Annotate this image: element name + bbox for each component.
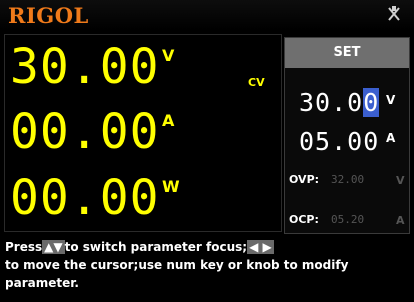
ocp-value[interactable]: 05.20 — [331, 213, 364, 226]
help-line2: to move the cursor;use num key or knob t… — [5, 258, 349, 290]
ovp-value[interactable]: 32.00 — [331, 173, 364, 186]
set-panel: SET 30.00 V 05.00 A OVP: 32.00 V OCP: 05… — [284, 37, 410, 234]
left-right-key-icon: ◀ ▶ — [247, 240, 274, 254]
psu-display: RIGOL 30.00 V CV 00.00 A 00.00 W SET 30.… — [0, 0, 414, 302]
set-title: SET — [285, 38, 409, 68]
voltage-readout: 30.00 — [10, 39, 160, 95]
current-unit: A — [162, 111, 175, 130]
title-bar: RIGOL — [0, 0, 414, 30]
set-voltage-value: 30.0 — [299, 88, 364, 117]
help-text: Press ▲▼ to switch parameter focus; ◀ ▶ to … — [5, 238, 410, 292]
set-current-unit: A — [386, 131, 396, 145]
help-focus-text: to switch parameter focus; — [64, 240, 248, 254]
cursor-digit[interactable]: 0 — [363, 88, 380, 117]
power-readout: 00.00 — [10, 170, 160, 226]
up-down-key-icon: ▲▼ — [42, 240, 65, 254]
brand-logo: RIGOL — [8, 3, 89, 28]
current-readout: 00.00 — [10, 104, 160, 160]
voltage-unit: V — [162, 46, 175, 65]
set-voltage-unit: V — [386, 93, 396, 107]
help-press: Press — [5, 240, 43, 254]
mode-indicator: CV — [248, 76, 265, 89]
ocp-label: OCP: — [289, 213, 319, 226]
power-unit: W — [162, 177, 180, 196]
no-connection-icon — [388, 6, 400, 21]
ovp-unit: V — [396, 174, 405, 187]
set-voltage-field[interactable]: 30.00 — [299, 88, 380, 117]
ovp-label: OVP: — [289, 173, 320, 186]
ocp-unit: A — [396, 214, 405, 227]
set-current-field[interactable]: 05.00 — [299, 129, 379, 154]
